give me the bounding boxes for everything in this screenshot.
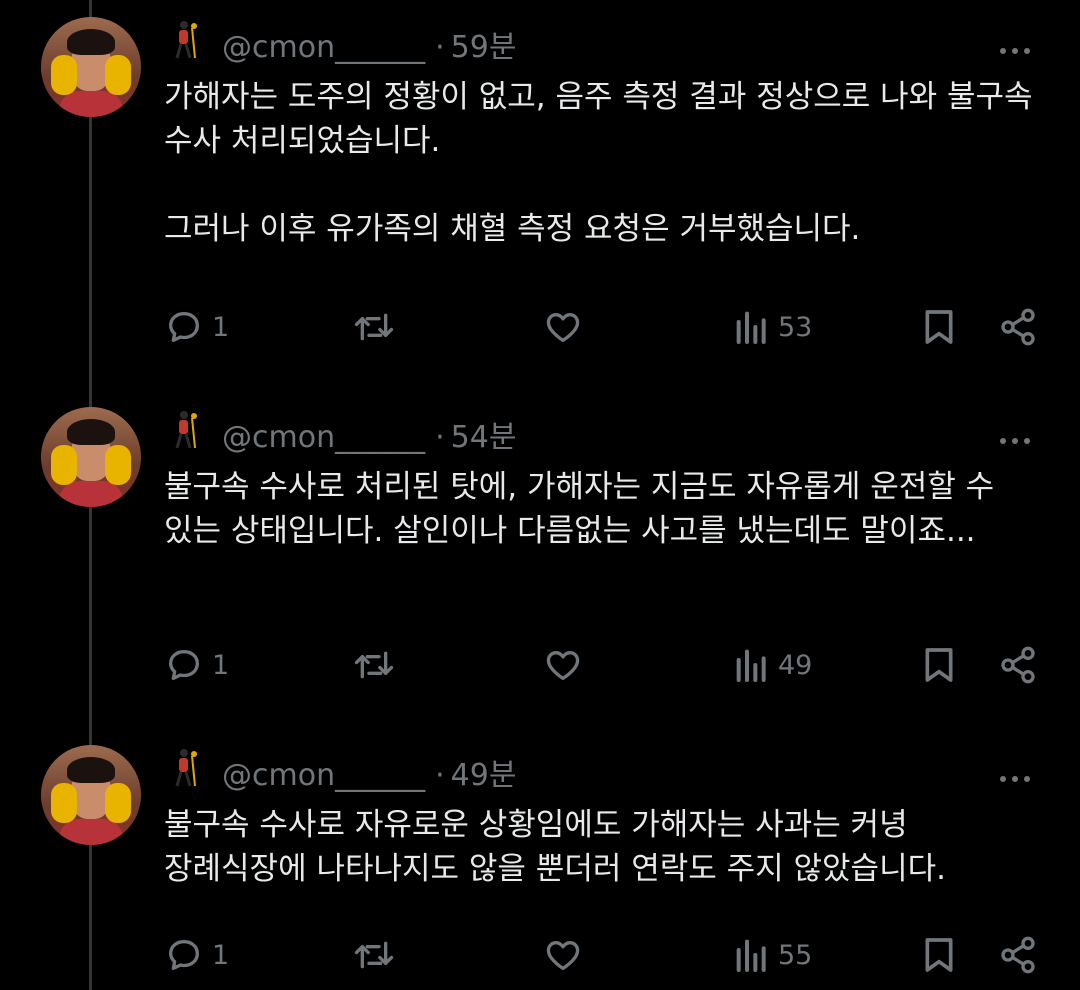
views-icon bbox=[736, 939, 766, 972]
reply-count: 1 bbox=[212, 939, 230, 971]
views-icon bbox=[736, 649, 766, 682]
retweet-icon bbox=[354, 941, 394, 969]
author-handle[interactable]: @cmon______ bbox=[222, 420, 425, 455]
share-icon bbox=[1001, 308, 1035, 346]
timestamp[interactable]: 49분 bbox=[451, 758, 517, 793]
tweet-text: 불구속 수사로 처리된 탓에, 가해자는 지금도 자유롭게 운전할 수 있는 상… bbox=[164, 469, 1005, 549]
author-handle[interactable]: @cmon______ bbox=[222, 758, 425, 793]
timestamp[interactable]: 59분 bbox=[451, 30, 517, 65]
bookmark-button[interactable] bbox=[920, 645, 958, 685]
reply-button[interactable]: 1 bbox=[164, 307, 229, 347]
share-icon bbox=[1001, 646, 1035, 684]
person-walking-cane-emoji-icon bbox=[175, 21, 197, 59]
separator: · bbox=[435, 420, 445, 455]
retweet-button[interactable] bbox=[352, 645, 396, 685]
views-icon bbox=[736, 311, 766, 344]
views-button[interactable]: 49 bbox=[734, 645, 812, 685]
retweet-button[interactable] bbox=[352, 307, 396, 347]
tweet-actions: 1 49 bbox=[0, 643, 1080, 687]
tweet-header: @cmon______ · 59분 bbox=[222, 22, 516, 66]
tweet-text: 가해자는 도주의 정황이 없고, 음주 측정 결과 정상으로 나와 불구속 수사… bbox=[164, 79, 1033, 247]
tweet[interactable]: @cmon______ · 49분 불구속 수사로 자유로운 상황임에도 가해자는 … bbox=[0, 728, 1080, 990]
separator: · bbox=[435, 758, 445, 793]
views-count: 49 bbox=[778, 649, 813, 681]
views-count: 53 bbox=[778, 311, 813, 343]
retweet-icon bbox=[354, 313, 394, 341]
tweet-actions: 1 53 bbox=[0, 305, 1080, 349]
timestamp[interactable]: 54분 bbox=[451, 420, 517, 455]
views-count: 55 bbox=[778, 939, 813, 971]
tweet-header: @cmon______ · 54분 bbox=[222, 412, 516, 456]
share-icon bbox=[1001, 936, 1035, 974]
reply-count: 1 bbox=[212, 649, 230, 681]
more-icon[interactable] bbox=[1000, 429, 1036, 444]
tweet-text: 불구속 수사로 자유로운 상황임에도 가해자는 사과는 커녕 장례식장에 나타나… bbox=[164, 807, 946, 887]
reply-icon bbox=[169, 312, 199, 342]
bookmark-icon bbox=[925, 310, 953, 344]
author-handle[interactable]: @cmon______ bbox=[222, 30, 425, 65]
avatar[interactable] bbox=[41, 745, 141, 845]
heart-icon bbox=[546, 313, 580, 342]
avatar[interactable] bbox=[41, 407, 141, 507]
tweet[interactable]: @cmon______ · 59분 가해자는 도주의 정황이 없고, 음주 측정 결… bbox=[0, 0, 1080, 380]
like-button[interactable] bbox=[543, 307, 583, 347]
retweet-button[interactable] bbox=[352, 935, 396, 975]
reply-button[interactable]: 1 bbox=[164, 645, 229, 685]
share-button[interactable] bbox=[998, 935, 1038, 975]
more-icon[interactable] bbox=[1000, 767, 1036, 782]
avatar[interactable] bbox=[41, 17, 141, 117]
person-walking-cane-emoji-icon bbox=[175, 411, 197, 449]
reply-button[interactable]: 1 bbox=[164, 935, 229, 975]
bookmark-button[interactable] bbox=[920, 307, 958, 347]
bookmark-icon bbox=[925, 648, 953, 682]
views-button[interactable]: 53 bbox=[734, 307, 812, 347]
heart-icon bbox=[546, 651, 580, 680]
share-button[interactable] bbox=[998, 307, 1038, 347]
like-button[interactable] bbox=[543, 645, 583, 685]
bookmark-icon bbox=[925, 938, 953, 972]
reply-icon bbox=[169, 940, 199, 970]
reply-icon bbox=[169, 650, 199, 680]
reply-count: 1 bbox=[212, 311, 230, 343]
tweet-header: @cmon______ · 49분 bbox=[222, 750, 516, 794]
heart-icon bbox=[546, 941, 580, 970]
tweet-actions: 1 55 bbox=[0, 933, 1080, 977]
bookmark-button[interactable] bbox=[920, 935, 958, 975]
more-icon[interactable] bbox=[1000, 39, 1036, 54]
person-walking-cane-emoji-icon bbox=[175, 749, 197, 787]
share-button[interactable] bbox=[998, 645, 1038, 685]
separator: · bbox=[435, 30, 445, 65]
like-button[interactable] bbox=[543, 935, 583, 975]
timeline: @cmon______ · 59분 가해자는 도주의 정황이 없고, 음주 측정 결… bbox=[0, 0, 1080, 990]
retweet-icon bbox=[354, 651, 394, 679]
tweet[interactable]: @cmon______ · 54분 불구속 수사로 처리된 탓에, 가해자는 지금도… bbox=[0, 390, 1080, 730]
views-button[interactable]: 55 bbox=[734, 935, 812, 975]
